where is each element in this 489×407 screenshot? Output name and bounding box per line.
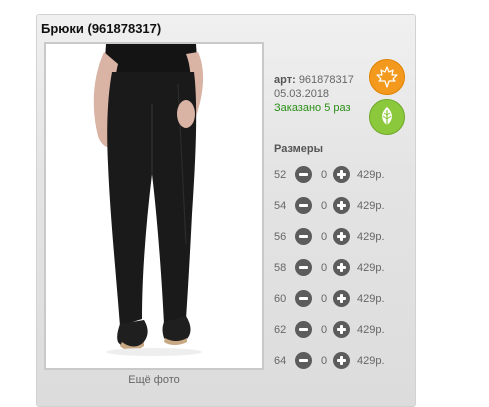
plus-button[interactable] <box>333 197 350 214</box>
product-info: арт: 961878317 05.03.2018 Заказано 5 раз <box>274 73 354 115</box>
quantity-value: 0 <box>320 293 328 305</box>
plus-button[interactable] <box>333 352 350 369</box>
ordered-count: Заказано 5 раз <box>274 102 351 114</box>
quantity-value: 0 <box>320 355 328 367</box>
plus-button[interactable] <box>333 321 350 338</box>
size-row: 58 0 429р. <box>274 259 404 277</box>
plus-button[interactable] <box>333 228 350 245</box>
minus-button[interactable] <box>295 228 312 245</box>
size-value: 54 <box>274 200 287 212</box>
size-value: 58 <box>274 262 287 274</box>
size-value: 60 <box>274 293 287 305</box>
size-row: 56 0 429р. <box>274 228 404 246</box>
product-photo-image <box>93 44 204 356</box>
minus-button[interactable] <box>295 197 312 214</box>
plus-icon-vertical <box>340 356 343 365</box>
size-row: 60 0 429р. <box>274 290 404 308</box>
price-value: 429р. <box>357 231 385 243</box>
plus-icon-vertical <box>340 232 343 241</box>
minus-icon <box>299 235 308 238</box>
price-value: 429р. <box>357 262 385 274</box>
minus-button[interactable] <box>295 166 312 183</box>
quantity-value: 0 <box>320 262 328 274</box>
quantity-value: 0 <box>320 200 328 212</box>
sizes-title: Размеры <box>274 143 324 155</box>
plus-icon-vertical <box>340 294 343 303</box>
minus-icon <box>299 297 308 300</box>
minus-button[interactable] <box>295 321 312 338</box>
plus-button[interactable] <box>333 259 350 276</box>
size-value: 56 <box>274 231 287 243</box>
maple-leaf-icon <box>369 59 405 95</box>
size-row: 54 0 429р. <box>274 197 404 215</box>
more-photos-link[interactable]: Ещё фото <box>44 374 264 386</box>
price-value: 429р. <box>357 200 385 212</box>
minus-button[interactable] <box>295 352 312 369</box>
leaf-icon <box>369 99 405 135</box>
price-value: 429р. <box>357 324 385 336</box>
product-title: Брюки (961878317) <box>41 21 162 36</box>
minus-button[interactable] <box>295 259 312 276</box>
plus-icon-vertical <box>340 263 343 272</box>
price-value: 429р. <box>357 169 385 181</box>
price-value: 429р. <box>357 355 385 367</box>
minus-icon <box>299 266 308 269</box>
minus-icon <box>299 204 308 207</box>
size-row: 64 0 429р. <box>274 352 404 370</box>
price-value: 429р. <box>357 293 385 305</box>
product-photo[interactable] <box>44 42 264 370</box>
size-row: 62 0 429р. <box>274 321 404 339</box>
plus-icon-vertical <box>340 201 343 210</box>
plus-icon-vertical <box>340 170 343 179</box>
minus-icon <box>299 173 308 176</box>
quantity-value: 0 <box>320 324 328 336</box>
minus-icon <box>299 328 308 331</box>
plus-button[interactable] <box>333 166 350 183</box>
product-date: 05.03.2018 <box>274 88 330 100</box>
size-value: 62 <box>274 324 287 336</box>
size-value: 52 <box>274 169 287 181</box>
sku-value: 961878317 <box>298 74 354 86</box>
quantity-value: 0 <box>320 231 328 243</box>
minus-icon <box>299 359 308 362</box>
plus-icon-vertical <box>340 325 343 334</box>
minus-button[interactable] <box>295 290 312 307</box>
size-row: 52 0 429р. <box>274 166 404 184</box>
sku-label: арт: <box>274 74 296 86</box>
product-card: Брюки (961878317) Ещё фото арт: 96187831… <box>36 14 416 407</box>
size-value: 64 <box>274 355 287 367</box>
quantity-value: 0 <box>320 169 328 181</box>
plus-button[interactable] <box>333 290 350 307</box>
